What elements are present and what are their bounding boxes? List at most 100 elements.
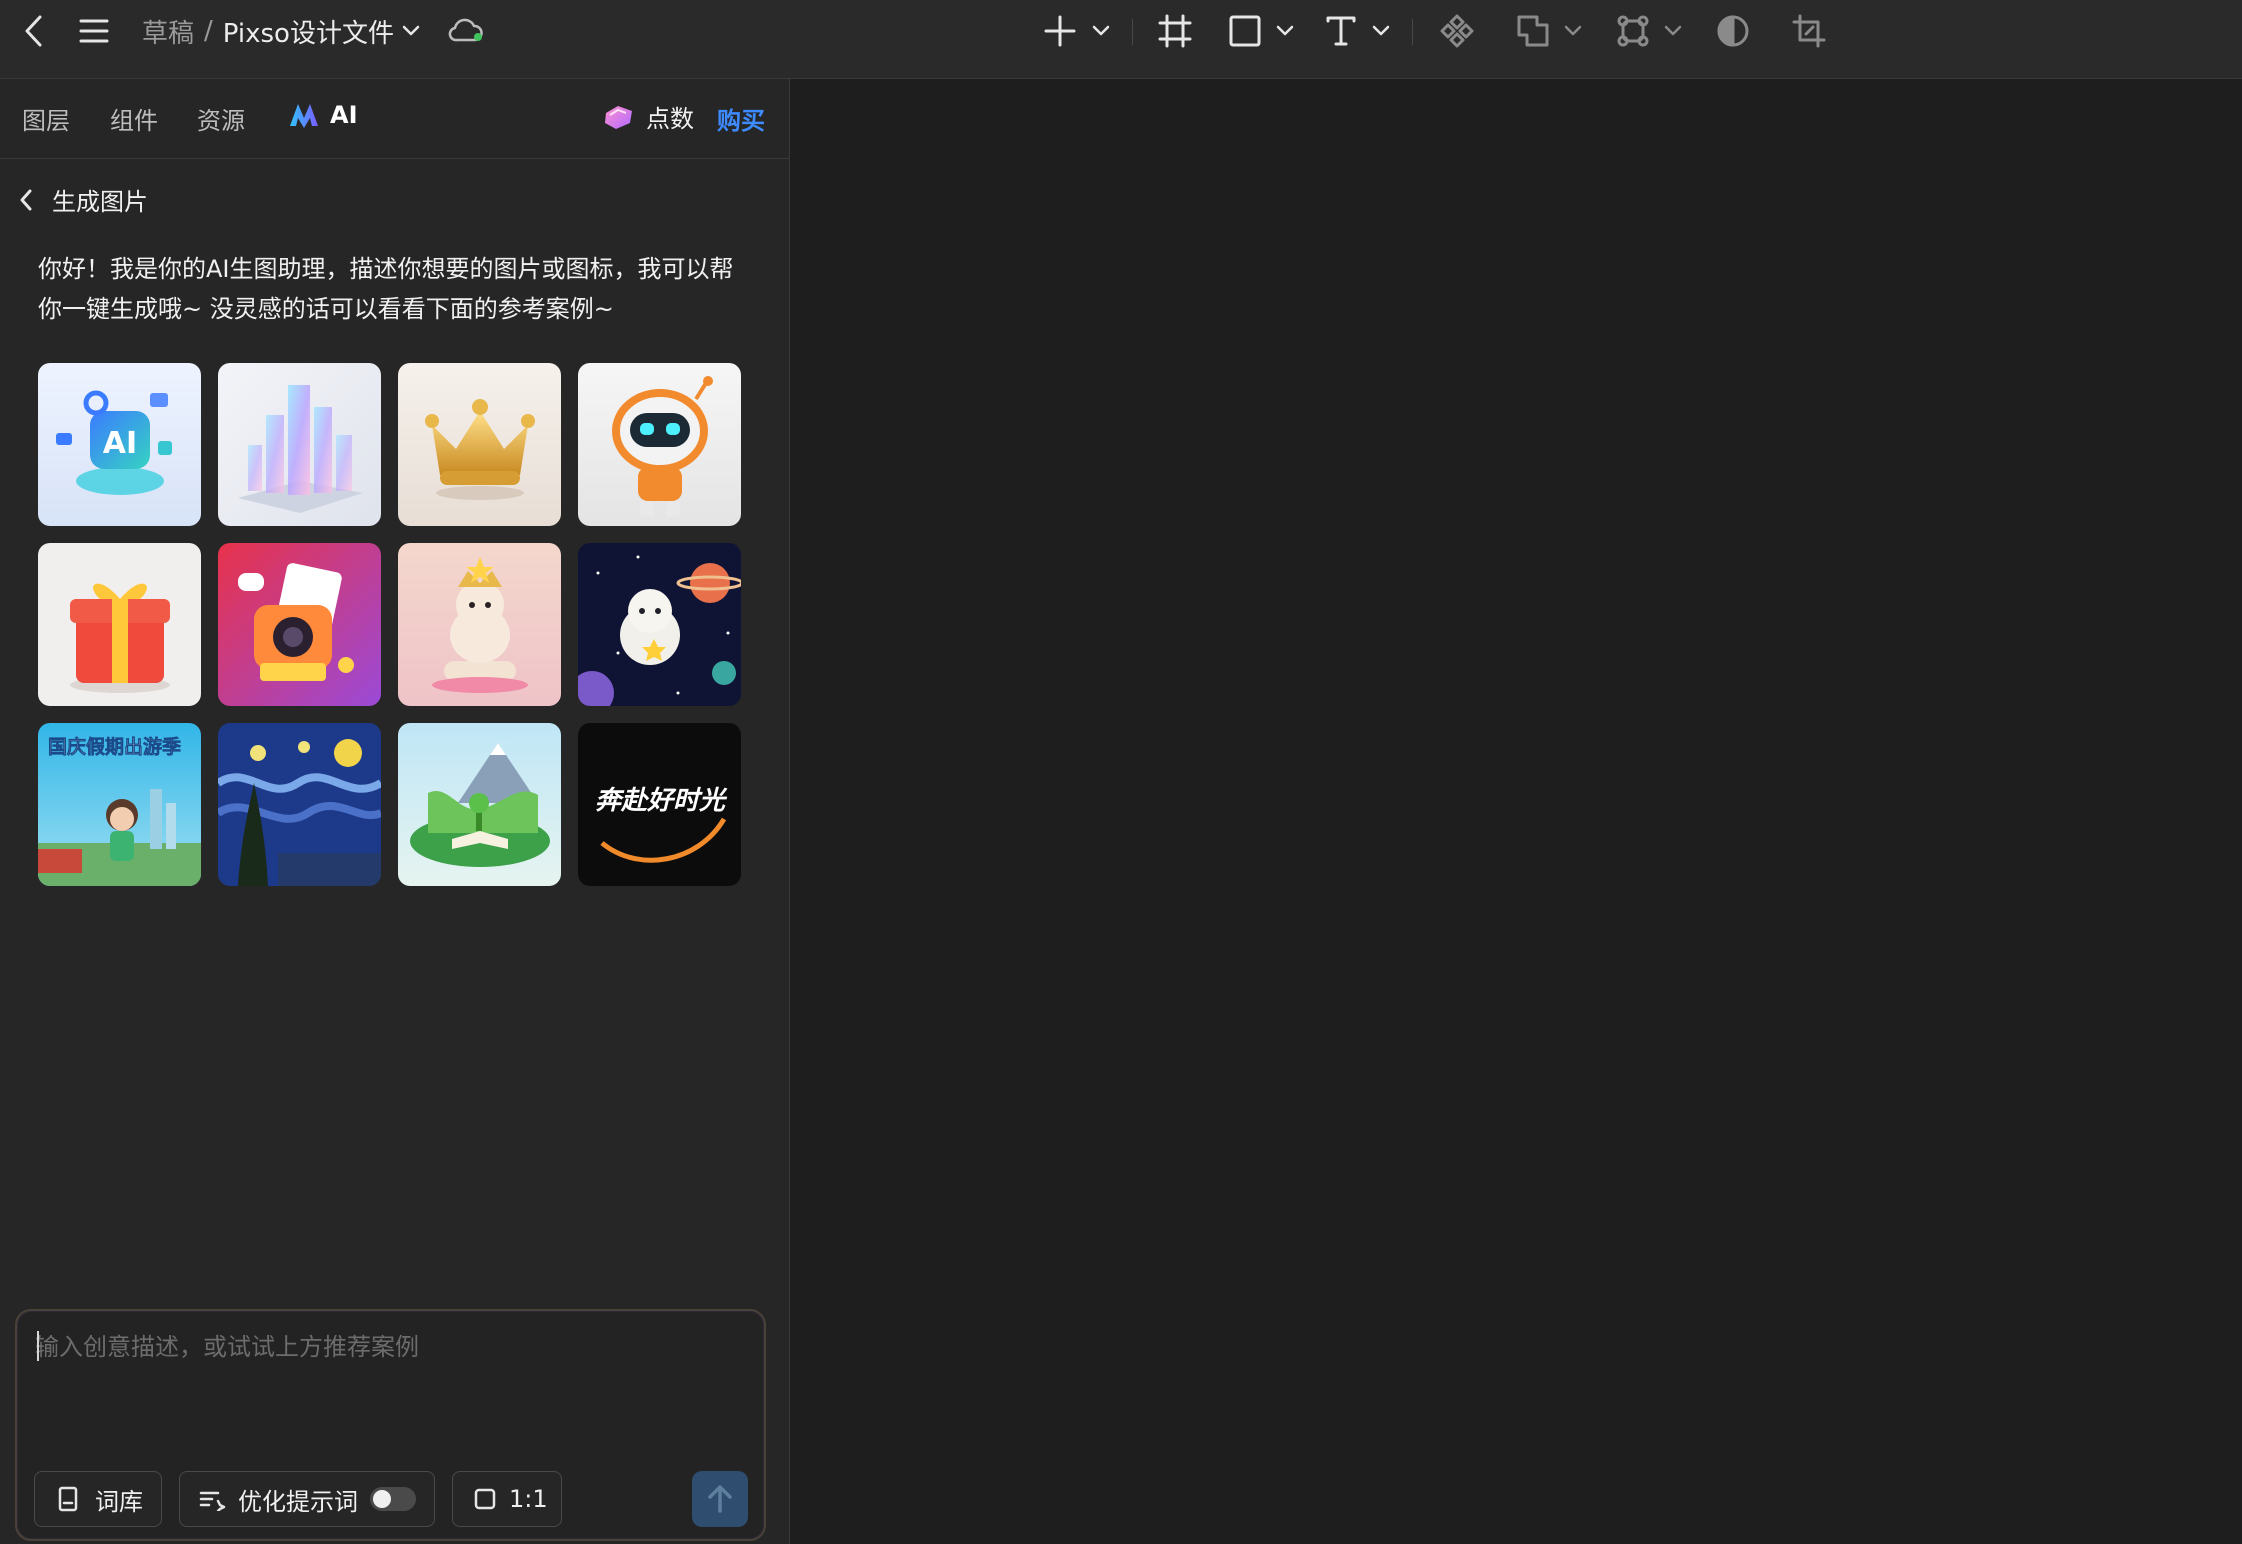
plus-icon (1044, 15, 1076, 47)
square-ratio-icon (474, 1488, 496, 1510)
tab-assets[interactable]: 资源 (197, 101, 245, 136)
file-name[interactable]: Pixso设计文件 (223, 13, 394, 50)
example-glass-city[interactable] (218, 363, 381, 526)
ai-icon-text: AI (103, 426, 137, 461)
calligraphy-text: 奔赴好时光 (595, 786, 728, 816)
text-tool-dropdown[interactable] (1370, 18, 1392, 44)
gem-icon (605, 105, 632, 129)
chevron-down-icon (1564, 25, 1582, 36)
dictionary-button[interactable]: 词库 (34, 1471, 162, 1527)
toolbar-divider (1132, 19, 1133, 45)
puppy-trophy-image (398, 543, 561, 706)
boolean-union-icon (1517, 15, 1549, 47)
file-menu-dropdown[interactable] (402, 25, 420, 37)
vector-tool-dropdown[interactable] (1662, 18, 1684, 44)
pink-camera-image (218, 543, 381, 706)
frame-tool-button[interactable] (1154, 10, 1196, 52)
example-gold-crown[interactable] (398, 363, 561, 526)
example-ai-3d-icon[interactable]: AI (38, 363, 201, 526)
chevron-down-icon (1276, 25, 1294, 36)
example-calligraphy-poster[interactable]: 奔赴好时光 (578, 723, 741, 886)
boolean-tool-button[interactable] (1512, 10, 1554, 52)
points-balance[interactable]: 点数 (602, 99, 694, 134)
app-window: 草稿 / Pixso设计文件 图层 组件 资源 AI 点数 购买 生成图片 你好… (0, 0, 2242, 1544)
design-canvas[interactable] (791, 79, 2242, 1544)
example-starry-night[interactable] (218, 723, 381, 886)
optimize-prompt-toggle[interactable] (370, 1487, 416, 1511)
text-icon (1326, 16, 1356, 46)
frame-icon (1158, 14, 1192, 48)
example-pink-camera[interactable] (218, 543, 381, 706)
green-island-book-image (398, 723, 561, 886)
assistant-greeting: 你好！我是你的AI生图助理，描述你想要的图片或图标，我可以帮你一键生成哦~ 没灵… (38, 255, 734, 323)
example-puppy-trophy[interactable] (398, 543, 561, 706)
points-label: 点数 (646, 105, 694, 133)
chevron-down-icon (1092, 25, 1110, 36)
calligraphy-poster-image: 奔赴好时光 (578, 723, 741, 886)
left-panel: 图层 组件 资源 AI 点数 购买 生成图片 你好！我是你的AI生图助理，描述你… (0, 79, 790, 1544)
cloud-sync-status[interactable] (446, 14, 486, 48)
aspect-ratio-button[interactable]: 1:1 (452, 1471, 562, 1527)
book-icon (58, 1486, 78, 1512)
tab-layers[interactable]: 图层 (22, 101, 70, 136)
example-national-day-travel[interactable]: 国庆假期出游季 (38, 723, 201, 886)
tab-ai[interactable]: AI (288, 101, 358, 129)
prompt-box: 词库 优化提示词 1:1 (15, 1309, 766, 1541)
prompt-input[interactable] (35, 1327, 735, 1367)
example-orange-robot[interactable] (578, 363, 741, 526)
mask-tool-button[interactable] (1712, 10, 1754, 52)
example-gift-box[interactable] (38, 543, 201, 706)
cloud-sync-icon (448, 18, 483, 42)
rectangle-icon (1229, 15, 1261, 47)
shape-tool-button[interactable] (1224, 10, 1266, 52)
top-toolbar: 草稿 / Pixso设计文件 (0, 0, 2242, 79)
component-tool-button[interactable] (1436, 10, 1478, 52)
insert-tool-button[interactable] (1040, 10, 1080, 52)
buy-points-link[interactable]: 购买 (717, 101, 765, 136)
toolbar-divider (1412, 19, 1413, 45)
travel-poster-text: 国庆假期出游季 (48, 735, 181, 758)
shape-tool-dropdown[interactable] (1274, 18, 1296, 44)
main-menu-button[interactable] (76, 12, 112, 50)
insert-tool-dropdown[interactable] (1090, 18, 1112, 44)
chevron-down-icon (402, 25, 420, 36)
chevron-down-icon (1664, 25, 1682, 36)
component-icon (1440, 14, 1474, 48)
sparkle-list-icon (199, 1491, 226, 1511)
example-green-island-book[interactable] (398, 723, 561, 886)
dictionary-label: 词库 (95, 1487, 143, 1516)
example-astronaut-space[interactable] (578, 543, 741, 706)
back-button[interactable] (14, 10, 54, 52)
example-gallery: AI 国庆假期出游季 奔赴好时光 (38, 363, 742, 887)
breadcrumb-drafts[interactable]: 草稿 (142, 13, 194, 50)
hamburger-menu-icon (79, 19, 109, 43)
text-cursor (37, 1331, 39, 1361)
breadcrumb: 草稿 / Pixso设计文件 (142, 10, 420, 52)
breadcrumb-separator: / (204, 16, 213, 46)
aspect-ratio-label: 1:1 (509, 1485, 548, 1513)
boolean-tool-dropdown[interactable] (1562, 18, 1584, 44)
page-title: 生成图片 (52, 188, 148, 216)
crop-tool-button[interactable] (1788, 10, 1830, 52)
panel-tabs: 图层 组件 资源 AI 点数 购买 (0, 79, 790, 159)
chevron-left-icon (20, 189, 32, 210)
send-button[interactable] (692, 1471, 748, 1527)
vector-tool-button[interactable] (1612, 10, 1654, 52)
mask-icon (1717, 15, 1749, 47)
glass-city-image (218, 363, 381, 526)
ai-logo-icon (290, 104, 318, 128)
tab-components[interactable]: 组件 (110, 101, 158, 136)
optimize-prompt-button[interactable]: 优化提示词 (179, 1471, 435, 1527)
back-to-ai-home[interactable]: 生成图片 (18, 182, 148, 217)
astronaut-space-image (578, 543, 741, 706)
arrow-up-icon (708, 1485, 732, 1513)
vector-network-icon (1617, 15, 1649, 47)
chevron-down-icon (1372, 25, 1390, 36)
text-tool-button[interactable] (1320, 10, 1362, 52)
crop-icon (1792, 14, 1826, 48)
ai-3d-icon-image: AI (38, 363, 201, 526)
chevron-left-icon (25, 15, 42, 47)
optimize-prompt-label: 优化提示词 (238, 1487, 358, 1516)
national-day-travel-image: 国庆假期出游季 (38, 723, 201, 886)
starry-night-image (218, 723, 381, 886)
